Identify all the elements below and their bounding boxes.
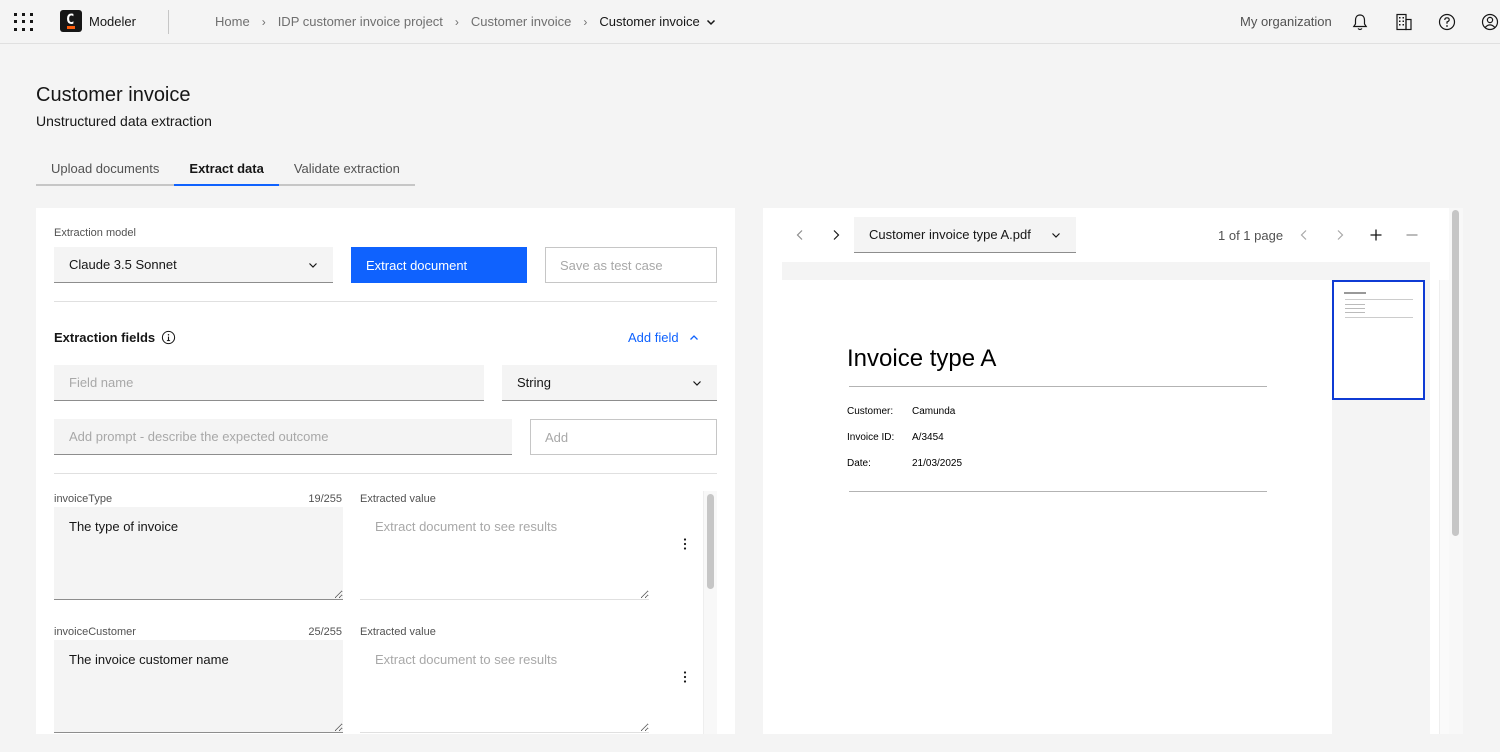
breadcrumb-project[interactable]: IDP customer invoice project [278,14,443,29]
field-prompt-textarea[interactable]: The invoice customer name [54,640,343,733]
tab-validate-extraction[interactable]: Validate extraction [278,152,415,186]
document-field-label: Invoice ID: [847,432,895,443]
tab-list: Upload documents Extract data Validate e… [36,152,415,186]
breadcrumb-separator-icon: › [583,14,588,29]
overflow-menu-icon[interactable] [680,537,690,551]
tab-upload-documents[interactable]: Upload documents [36,152,175,186]
field-name-label: invoiceType [54,493,113,505]
organization-switcher[interactable]: My organization [1240,14,1332,29]
page-thumbnails [1332,280,1430,734]
add-field-label: Add field [628,330,679,345]
user-icon[interactable] [1480,12,1500,32]
extraction-field-row: invoiceType 19/255 Extracted value The t… [54,493,704,613]
extracted-value-label: Extracted value [360,626,436,638]
next-document-icon[interactable] [829,228,843,242]
extract-document-button[interactable]: Extract document [351,247,527,283]
chevron-up-icon [689,334,698,340]
info-icon[interactable] [161,330,176,345]
thumbnail-rule [1345,317,1413,318]
header-divider [168,10,169,34]
thumbnail-title-line [1344,292,1366,294]
extracted-value-textarea[interactable] [360,507,649,600]
zoom-in-icon[interactable] [1369,228,1383,242]
notification-icon[interactable] [1350,12,1370,32]
extracted-value-textarea[interactable] [360,640,649,733]
field-name-input[interactable] [54,365,484,401]
document-name: Customer invoice type A.pdf [869,227,1031,242]
page-scrollbar-thumb[interactable] [1452,210,1459,536]
document-page: Invoice type A Customer: Camunda Invoice… [782,280,1332,734]
document-title: Invoice type A [847,345,997,372]
document-field-label: Date: [847,458,871,469]
thumbnail-line [1345,304,1365,305]
chevron-down-icon [693,380,701,386]
app-switcher-icon[interactable] [13,12,33,32]
character-count: 25/255 [308,626,342,638]
thumbnail-line [1345,312,1365,313]
chevron-down-icon [309,262,317,268]
thumbnail-rule [1345,299,1413,300]
camunda-logo-icon[interactable]: C [60,10,82,32]
extraction-model-value: Claude 3.5 Sonnet [69,257,177,272]
extraction-model-label: Extraction model [54,227,136,239]
thumbnail-line [1345,308,1365,309]
next-page-icon[interactable] [1333,228,1347,242]
page-count: 1 of 1 page [1218,228,1284,243]
app-name: Modeler [89,14,136,29]
fields-scrollbar[interactable] [703,491,717,734]
chevron-down-icon[interactable] [706,17,716,27]
document-rule [849,386,1267,387]
page-scrollbar[interactable] [1449,208,1463,734]
extracted-value-label: Extracted value [360,493,436,505]
document-field-value: 21/03/2025 [912,458,963,469]
overflow-menu-icon[interactable] [680,670,690,684]
breadcrumb-home[interactable]: Home [215,14,250,29]
chevron-down-icon [1052,232,1060,238]
add-field-toggle[interactable]: Add field [628,330,699,345]
document-viewer-panel: Customer invoice type A.pdf 1 of 1 page … [763,208,1449,734]
document-field-label: Customer: [847,406,894,417]
document-rule [849,491,1267,492]
help-icon[interactable] [1437,12,1457,32]
breadcrumb-folder[interactable]: Customer invoice [471,14,571,29]
divider [54,473,717,474]
zoom-out-icon[interactable] [1405,228,1419,242]
fields-scrollbar-thumb[interactable] [707,494,714,589]
field-name-label: invoiceCustomer [54,626,136,638]
document-select[interactable]: Customer invoice type A.pdf [854,217,1076,253]
page-thumbnail[interactable] [1332,280,1425,400]
viewer-inner-scrollbar[interactable] [1439,280,1449,734]
breadcrumb: Home › IDP customer invoice project › Cu… [215,14,716,29]
breadcrumb-separator-icon: › [261,14,266,29]
extraction-field-row: invoiceCustomer 25/255 Extracted value T… [54,626,704,734]
field-type-select[interactable]: String [502,365,717,401]
prompt-input[interactable] [54,419,512,455]
field-type-value: String [517,375,551,390]
tab-extract-data[interactable]: Extract data [174,152,279,186]
previous-page-icon[interactable] [1297,228,1311,242]
page-title: Customer invoice [36,84,191,106]
divider [54,301,717,302]
character-count: 19/255 [308,493,342,505]
extraction-fields-title: Extraction fields [54,330,156,345]
extraction-panel: Extraction model Claude 3.5 Sonnet Extra… [36,208,735,734]
document-field-value: A/3454 [912,432,944,443]
top-navigation-bar: C Modeler Home › IDP customer invoice pr… [0,0,1500,44]
extraction-model-select[interactable]: Claude 3.5 Sonnet [54,247,333,283]
add-button[interactable]: Add [530,419,717,455]
breadcrumb-separator-icon: › [454,14,459,29]
breadcrumb-current[interactable]: Customer invoice [599,14,699,29]
field-prompt-textarea[interactable]: The type of invoice [54,507,343,600]
previous-document-icon[interactable] [793,228,807,242]
page-subtitle: Unstructured data extraction [36,113,212,129]
document-field-value: Camunda [912,406,956,417]
viewer-toolbar-strip [782,262,1430,280]
save-as-test-case-button[interactable]: Save as test case [545,247,717,283]
building-icon[interactable] [1394,12,1414,32]
